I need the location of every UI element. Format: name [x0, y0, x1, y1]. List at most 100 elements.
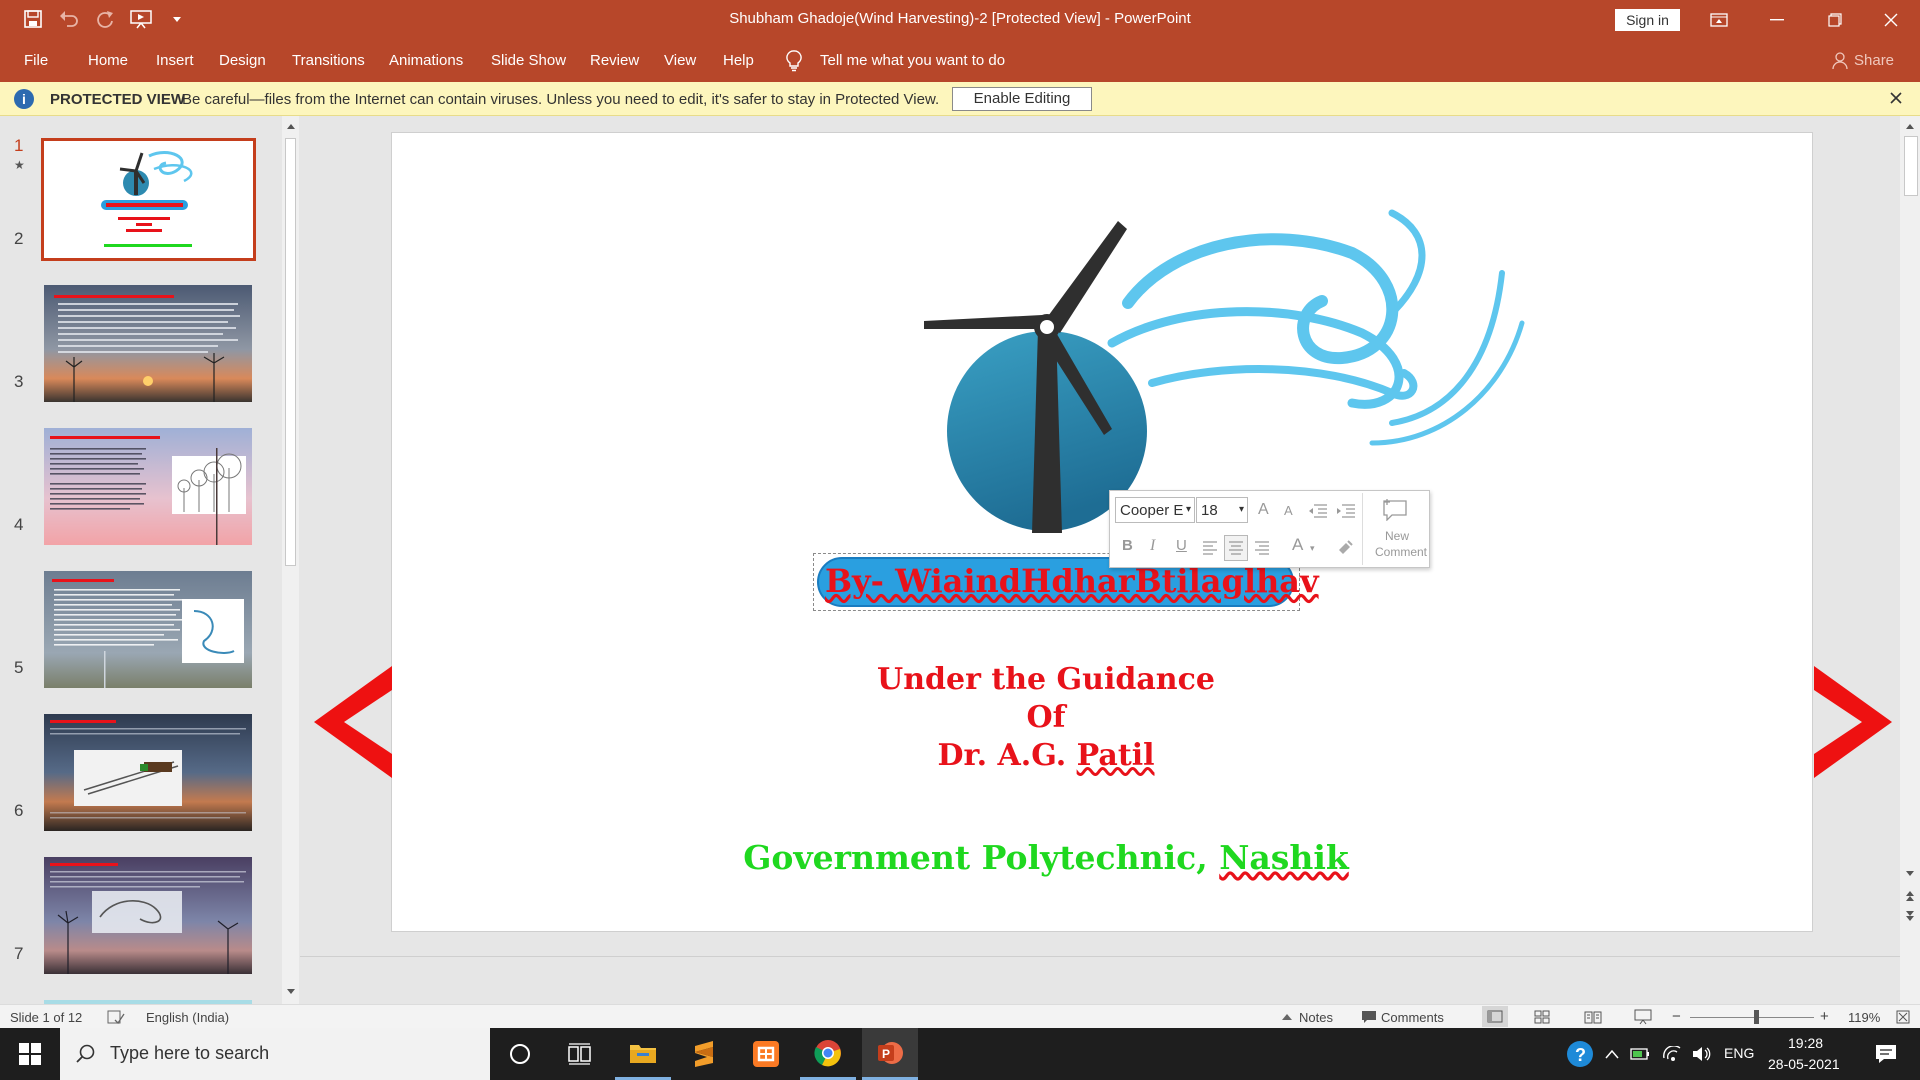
slide-counter: Slide 1 of 12 [10, 1010, 83, 1025]
grow-font-button[interactable]: A [1258, 501, 1269, 519]
slide-number: 3 [14, 372, 24, 391]
tab-home[interactable]: Home [88, 52, 128, 69]
tab-help[interactable]: Help [723, 52, 754, 69]
slide-thumbnail-1[interactable] [41, 138, 256, 261]
font-name-box[interactable]: Cooper E ▾ [1115, 497, 1195, 523]
cortana-icon[interactable] [492, 1028, 548, 1080]
font-color-dropdown-icon[interactable]: ▾ [1310, 543, 1315, 554]
guidance-line-3: Dr. A.G. Patil [392, 737, 1700, 775]
font-size-box[interactable]: 18 ▾ [1196, 497, 1248, 523]
italic-button[interactable]: I [1150, 537, 1155, 555]
svg-text:P: P [882, 1047, 890, 1061]
new-comment-icon[interactable] [1382, 499, 1408, 521]
notes-divider [300, 956, 1900, 957]
format-painter-icon[interactable] [1336, 539, 1354, 557]
tab-insert[interactable]: Insert [156, 52, 194, 69]
enable-editing-button[interactable]: Enable Editing [952, 87, 1092, 111]
slide-thumbnail-6[interactable] [44, 857, 252, 974]
sublime-text-icon[interactable] [676, 1028, 732, 1080]
align-right-icon[interactable] [1254, 541, 1270, 555]
tab-transitions[interactable]: Transitions [292, 52, 365, 69]
shrink-font-button[interactable]: A [1284, 503, 1293, 518]
align-left-icon[interactable] [1202, 541, 1218, 555]
protected-view-bar: i PROTECTED VIEW Be careful—files from t… [0, 82, 1920, 116]
institute-line: Government Polytechnic, Nashik [392, 838, 1700, 877]
guidance-line-1: Under the Guidance [877, 662, 1215, 697]
windows-start-icon[interactable] [2, 1028, 58, 1080]
normal-view-button[interactable] [1482, 1006, 1508, 1027]
minimize-icon[interactable] [1748, 0, 1806, 40]
language-status[interactable]: English (India) [146, 1010, 229, 1025]
tab-file[interactable]: File [24, 52, 48, 69]
tab-slide-show[interactable]: Slide Show [491, 52, 566, 69]
tell-me-search[interactable]: Tell me what you want to do [820, 52, 1005, 69]
zoom-out-button[interactable]: − [1672, 1008, 1681, 1025]
guidance-block: Under the Guidance Of Dr. A.G. Patil [392, 661, 1700, 775]
tab-view[interactable]: View [664, 52, 696, 69]
zoom-slider-track[interactable] [1690, 1017, 1814, 1018]
slide-show-icon[interactable] [1634, 1009, 1652, 1025]
previous-slide-arrow-icon[interactable] [314, 666, 394, 778]
restore-icon[interactable] [1806, 0, 1864, 40]
share-button[interactable]: Share [1854, 52, 1894, 69]
close-icon[interactable] [1862, 0, 1920, 40]
slide-thumbnail-4[interactable] [44, 571, 252, 688]
fit-to-window-icon[interactable] [1896, 1010, 1910, 1024]
chevron-up-icon[interactable] [1600, 1028, 1624, 1080]
zoom-level[interactable]: 119% [1848, 1010, 1880, 1025]
zoom-slider-thumb[interactable] [1754, 1010, 1759, 1024]
increase-indent-icon[interactable] [1336, 503, 1356, 519]
slide-sorter-icon[interactable] [1534, 1010, 1550, 1024]
thumbnail-scrollbar[interactable] [282, 116, 299, 1004]
guidance-line-2: Of [1026, 700, 1066, 735]
slide-number: 1 [14, 136, 24, 155]
search-icon [76, 1044, 95, 1063]
notes-icon [1282, 1014, 1292, 1020]
battery-icon[interactable] [1628, 1028, 1652, 1080]
spell-check-icon[interactable] [107, 1010, 125, 1024]
close-bar-icon[interactable] [1890, 88, 1902, 109]
comments-button[interactable]: Comments [1381, 1010, 1444, 1025]
previous-slide-icon[interactable] [1905, 890, 1915, 902]
next-slide-icon[interactable] [1905, 910, 1915, 922]
task-view-icon[interactable] [552, 1028, 608, 1080]
slide-thumbnail-5[interactable] [44, 714, 252, 831]
slide-scrollbar[interactable] [1900, 116, 1920, 1004]
slide-scrollbar-thumb[interactable] [1904, 136, 1918, 196]
input-language[interactable]: ENG [1724, 1045, 1754, 1061]
normal-view-icon [1487, 1010, 1503, 1023]
taskbar-search-box[interactable]: Type here to search [60, 1028, 490, 1080]
thumbnail-scrollbar-thumb[interactable] [285, 138, 296, 566]
font-color-button[interactable]: A [1292, 535, 1303, 555]
file-explorer-icon[interactable] [615, 1028, 671, 1080]
tab-review[interactable]: Review [590, 52, 639, 69]
notes-button[interactable]: Notes [1299, 1010, 1333, 1025]
chrome-icon[interactable] [800, 1028, 856, 1080]
volume-icon[interactable] [1690, 1028, 1714, 1080]
clock-time[interactable]: 19:28 [1788, 1035, 1823, 1051]
zoom-in-button[interactable]: + [1820, 1008, 1829, 1025]
protected-view-label: PROTECTED VIEW [50, 91, 186, 108]
ribbon-display-options-icon[interactable] [1690, 0, 1748, 40]
lightbulb-icon [786, 50, 802, 76]
underline-button[interactable]: U [1176, 537, 1187, 554]
next-slide-arrow-icon[interactable] [1812, 666, 1892, 778]
slide-number: 5 [14, 658, 24, 677]
slide-canvas[interactable]: By- WiaindHdharBtilaglhav Under the Guid… [391, 132, 1813, 932]
by-line-text[interactable]: By- WiaindHdharBtilaglhav [825, 562, 1319, 602]
xampp-icon[interactable] [738, 1028, 794, 1080]
align-center-button[interactable] [1224, 535, 1248, 561]
sign-in-button[interactable]: Sign in [1615, 9, 1680, 31]
tab-design[interactable]: Design [219, 52, 266, 69]
powerpoint-taskbar-icon[interactable]: P [862, 1028, 918, 1080]
notifications-icon[interactable] [1858, 1028, 1914, 1080]
decrease-indent-icon[interactable] [1308, 503, 1328, 519]
tab-animations[interactable]: Animations [389, 52, 463, 69]
reading-view-icon[interactable] [1584, 1010, 1602, 1024]
slide-thumbnail-3[interactable] [44, 428, 252, 545]
clock-date[interactable]: 28-05-2021 [1768, 1056, 1840, 1072]
slide-number: 7 [14, 944, 24, 963]
slide-thumbnail-2[interactable] [44, 285, 252, 402]
bold-button[interactable]: B [1122, 537, 1133, 554]
wifi-icon[interactable] [1660, 1028, 1684, 1080]
